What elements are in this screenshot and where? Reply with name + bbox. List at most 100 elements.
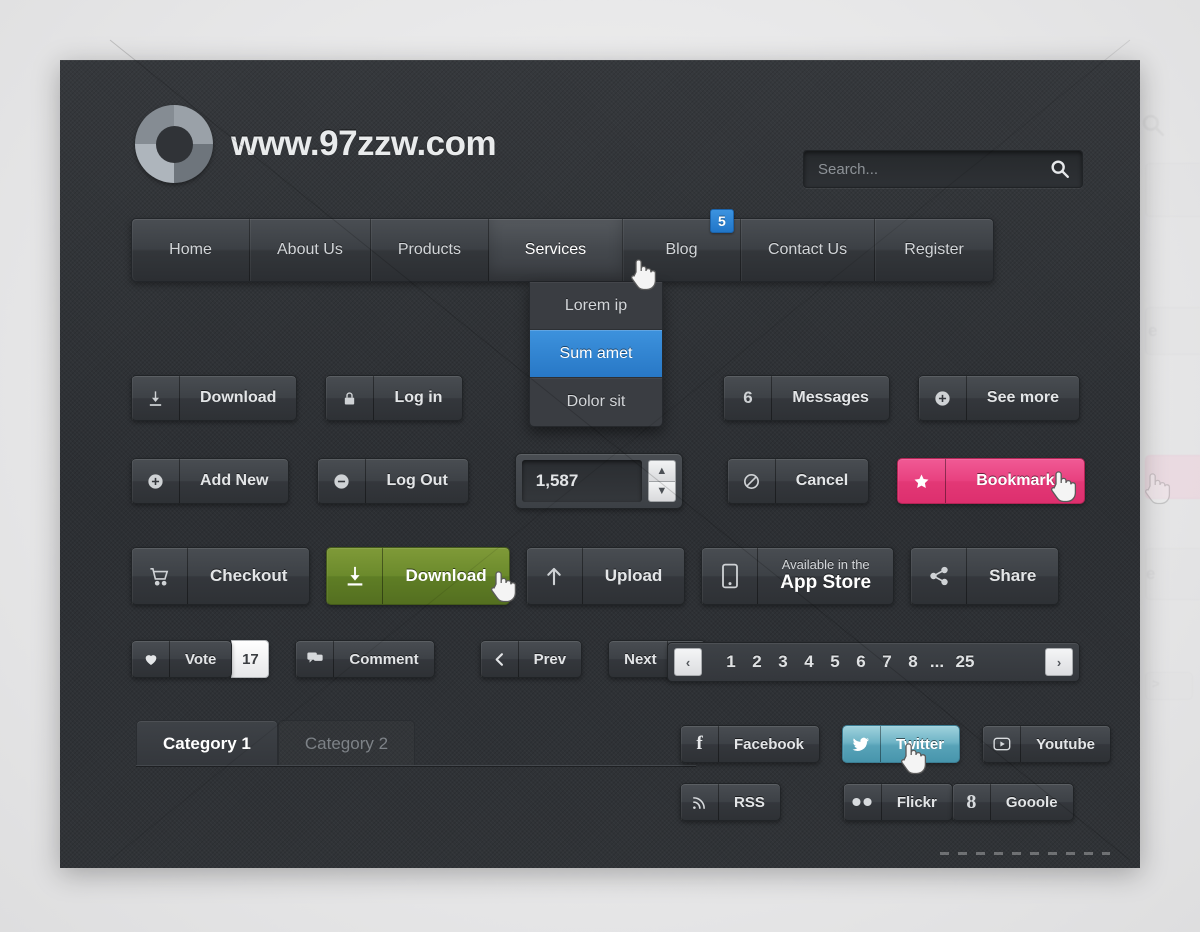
site-title: www.97zzw.com [231, 124, 497, 163]
quantity-stepper[interactable]: 1,587 ▲ ▼ [514, 453, 683, 509]
facebook-button[interactable]: f Facebook [680, 725, 821, 763]
services-dropdown-menu: Lorem ip Sum amet Dolor sit [529, 282, 663, 427]
rss-label: RSS [734, 793, 765, 811]
checkout-button[interactable]: Checkout [131, 547, 311, 605]
donut-logo-icon [135, 105, 213, 183]
google-plus-icon: 8 [953, 784, 991, 820]
nav-item-blog[interactable]: Blog 5 [623, 209, 741, 281]
add-new-button[interactable]: Add New [131, 458, 290, 504]
lock-icon [326, 376, 375, 420]
page-ellipsis: ... [929, 652, 945, 671]
twitter-button[interactable]: Twitter [842, 725, 961, 763]
prev-button[interactable]: Prev [479, 640, 583, 678]
twitter-label: Twitter [896, 735, 945, 753]
messages-button[interactable]: 6 Messages [723, 375, 890, 421]
dropdown-item-dolor-sit[interactable]: Dolor sit [530, 378, 662, 426]
login-button[interactable]: Log in [325, 375, 464, 421]
page-3[interactable]: 3 [770, 652, 796, 672]
page-1[interactable]: 1 [718, 652, 744, 672]
chevron-down-icon[interactable]: ▼ [647, 480, 676, 502]
nav-label: Home [169, 241, 212, 258]
google-label: Gooole [1005, 793, 1058, 811]
nav-item-about-us[interactable]: About Us [250, 219, 371, 281]
flickr-button[interactable]: Flickr [842, 783, 953, 821]
download-icon [132, 376, 180, 420]
cancel-label: Cancel [795, 472, 849, 489]
ghost-label-pager: > [1152, 676, 1160, 691]
dropdown-item-lorem-ip[interactable]: Lorem ip [530, 282, 662, 330]
search-button[interactable] [1038, 151, 1082, 187]
pagination-next[interactable]: › [1045, 648, 1073, 676]
see-more-button[interactable]: See more [917, 375, 1080, 421]
upload-button[interactable]: Upload [525, 547, 686, 605]
nav-item-home[interactable]: Home [132, 219, 250, 281]
nav-badge-blog: 5 [709, 209, 734, 233]
main-navigation: Home About Us Products Services Blog 5 C… [131, 209, 995, 282]
flickr-label: Flickr [896, 793, 937, 811]
app-store-line2: App Store [780, 572, 872, 594]
social-row-bottom: RSS Flickr 8 Gooole [680, 783, 1074, 821]
download-green-button[interactable]: Download [326, 547, 510, 605]
cancel-button[interactable]: Cancel [726, 458, 870, 504]
nav-item-register[interactable]: Register [875, 219, 993, 281]
rss-button[interactable]: RSS [680, 783, 781, 821]
tab-category-1[interactable]: Category 1 [136, 720, 278, 766]
bookmark-button[interactable]: Bookmark [897, 458, 1086, 504]
dropdown-item-sum-amet[interactable]: Sum amet [530, 330, 662, 378]
ban-icon [728, 459, 776, 503]
heart-icon [132, 641, 170, 677]
nav-label: Blog [665, 241, 698, 258]
app-store-button[interactable]: Available in the App Store [701, 547, 895, 605]
login-label: Log in [394, 389, 443, 406]
log-out-button[interactable]: Log Out [317, 458, 469, 504]
page-25[interactable]: 25 [948, 652, 982, 672]
chevron-up-icon[interactable]: ▲ [647, 460, 676, 481]
download-label: Download [200, 389, 277, 406]
page-4[interactable]: 4 [796, 652, 822, 672]
nav-item-products[interactable]: Products [371, 219, 489, 281]
page-5[interactable]: 5 [822, 652, 848, 672]
facebook-icon: f [681, 726, 719, 762]
brand-logo[interactable]: www.97zzw.com [135, 105, 497, 183]
star-icon [898, 459, 947, 503]
pagination-prev[interactable]: ‹ [674, 648, 702, 676]
next-label: Next [624, 650, 657, 668]
prev-label: Prev [533, 650, 567, 668]
stepper-spinner: ▲ ▼ [647, 460, 676, 502]
tab-category-2[interactable]: Category 2 [277, 720, 416, 766]
vote-button[interactable]: Vote [131, 640, 233, 678]
vote-count-badge: 17 [231, 640, 270, 678]
nav-label: Contact Us [767, 241, 848, 258]
page-8[interactable]: 8 [900, 652, 926, 672]
bookmark-label: Bookmark [976, 472, 1055, 489]
download-button[interactable]: Download [131, 375, 298, 421]
button-row-2: Add New Log Out 1,587 ▲ ▼ Cancel Bookmar… [131, 453, 1086, 509]
ghost-search-icon [1140, 112, 1166, 143]
nav-item-contact-us[interactable]: Contact Us [741, 219, 876, 281]
nav-item-services[interactable]: Services [488, 219, 623, 281]
stepper-value[interactable]: 1,587 [521, 460, 642, 502]
youtube-button[interactable]: Youtube [982, 725, 1111, 763]
flickr-icon [844, 784, 882, 820]
share-button[interactable]: Share [910, 547, 1060, 605]
facebook-label: Facebook [734, 735, 805, 753]
google-button[interactable]: 8 Gooole [951, 783, 1074, 821]
button-row-4: Vote 17 Comment Prev Next [131, 640, 706, 678]
bottom-dashes [940, 852, 1110, 855]
minus-circle-icon [318, 459, 367, 503]
phone-icon [702, 548, 759, 604]
share-label: Share [989, 566, 1037, 585]
category-tabs: Category 1 Category 2 [136, 720, 416, 766]
comment-button[interactable]: Comment [295, 640, 435, 678]
nav-label: About Us [277, 241, 343, 258]
pagination: ‹ 1 2 3 4 5 6 7 8 ... 25 › [667, 642, 1080, 682]
log-out-label: Log Out [386, 472, 448, 489]
page-7[interactable]: 7 [874, 652, 900, 672]
page-6[interactable]: 6 [848, 652, 874, 672]
messages-label: Messages [792, 389, 869, 406]
page-2[interactable]: 2 [744, 652, 770, 672]
search-input[interactable] [804, 160, 1038, 178]
youtube-label: Youtube [1036, 735, 1095, 753]
cart-icon [132, 548, 188, 604]
search-box[interactable] [803, 150, 1083, 188]
